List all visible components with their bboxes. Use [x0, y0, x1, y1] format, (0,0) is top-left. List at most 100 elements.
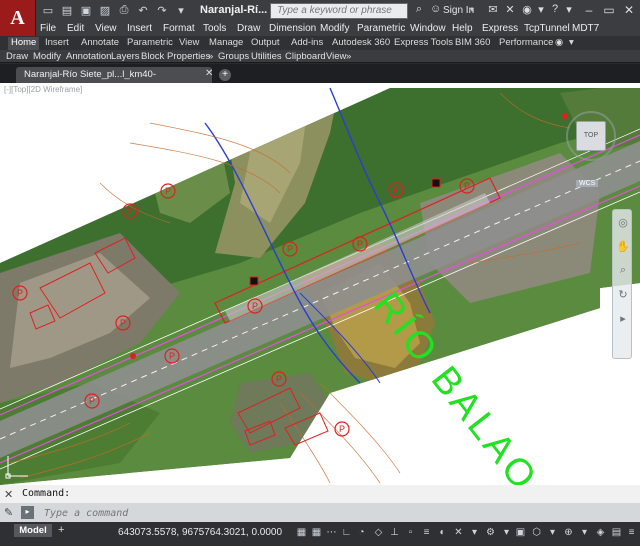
menu-format[interactable]: Format	[163, 23, 195, 34]
document-tab[interactable]: Naranjal-Río Siete_pl...l_km40-km52_LAMI…	[16, 67, 212, 96]
search-input[interactable]: Type a keyword or phrase	[270, 3, 408, 19]
tab-express-tools[interactable]: Express Tools	[391, 37, 456, 50]
tab-autodesk-360[interactable]: Autodesk 360	[329, 37, 393, 50]
menu-window[interactable]: Window	[410, 23, 446, 34]
connect-icon[interactable]: ✕	[503, 3, 517, 19]
pan-icon[interactable]: ✋	[616, 240, 630, 254]
command-input[interactable]	[44, 506, 634, 520]
maximize-icon[interactable]: ▭	[600, 0, 618, 20]
panel-block[interactable]: Block	[141, 51, 164, 62]
chevron-down-icon[interactable]: ▾	[546, 525, 559, 541]
menu-mdt7[interactable]: MDT7	[572, 23, 599, 34]
menu-view[interactable]: View	[95, 23, 117, 34]
user-icon[interactable]: ☺	[430, 3, 442, 17]
save-as-icon[interactable]: ▨	[97, 2, 113, 18]
snap-icon[interactable]: ⋯	[325, 525, 338, 541]
help-icon[interactable]: ?	[548, 3, 562, 19]
panel-more-icon[interactable]: »	[346, 51, 351, 62]
customization-menu-icon[interactable]: ≡	[625, 525, 638, 541]
save-icon[interactable]: ▣	[78, 2, 94, 18]
model-space-icon[interactable]: ▦	[295, 525, 308, 541]
chevron-down-icon[interactable]: ▾	[470, 5, 474, 14]
chevron-down-icon[interactable]: ▾	[500, 525, 513, 541]
clean-screen-icon[interactable]: ⊕	[562, 525, 575, 541]
quick-properties-icon[interactable]: ▤	[610, 525, 623, 541]
ribbon-minimize-icon[interactable]: ◉	[552, 37, 566, 50]
new-tab-plus-icon[interactable]: +	[219, 69, 231, 81]
close-icon[interactable]: ✕	[205, 68, 213, 79]
zoom-extents-icon[interactable]: ⌕	[616, 264, 630, 278]
transparency-icon[interactable]: ◐	[436, 525, 449, 541]
menu-draw[interactable]: Draw	[237, 23, 260, 34]
showmotion-icon[interactable]: ▸	[616, 312, 630, 326]
minimize-icon[interactable]: –	[580, 0, 598, 20]
close-icon[interactable]: ✕	[4, 488, 16, 501]
open-folder-icon[interactable]: ▤	[59, 2, 75, 18]
chevron-down-icon[interactable]: ▾	[578, 525, 591, 541]
panel-annotation[interactable]: Annotation	[66, 51, 111, 62]
search-icon[interactable]: ⌕	[412, 3, 426, 19]
chevron-down-icon[interactable]: ▾	[566, 37, 577, 50]
panel-more-icon[interactable]: »	[208, 51, 213, 62]
tab-parametric[interactable]: Parametric	[124, 37, 176, 50]
chevron-down-icon[interactable]: ▾	[468, 525, 481, 541]
menu-file[interactable]: File	[40, 23, 56, 34]
application-menu-button[interactable]: A	[0, 0, 36, 36]
steering-wheel-icon[interactable]: ◎	[616, 216, 630, 230]
wcs-menu[interactable]: WCS	[576, 180, 599, 187]
grid-icon[interactable]: ▦	[310, 525, 323, 541]
menu-dimension[interactable]: Dimension	[269, 23, 316, 34]
panel-clipboard[interactable]: Clipboard	[285, 51, 326, 62]
object-snap-icon[interactable]: ▫	[404, 525, 417, 541]
chevron-down-icon[interactable]: ▾	[562, 3, 576, 19]
units-icon[interactable]: ◈	[594, 525, 607, 541]
tab-performance[interactable]: Performance	[496, 37, 556, 50]
menu-insert[interactable]: Insert	[127, 23, 152, 34]
viewcube[interactable]: TOP	[576, 121, 606, 151]
polar-tracking-icon[interactable]: ◔	[355, 525, 368, 541]
menu-help[interactable]: Help	[452, 23, 473, 34]
tab-view[interactable]: View	[176, 37, 202, 50]
isometric-icon[interactable]: ◇	[372, 525, 385, 541]
tab-manage[interactable]: Manage	[206, 37, 246, 50]
panel-utilities[interactable]: Utilities	[251, 51, 282, 62]
panel-draw[interactable]: Draw	[6, 51, 28, 62]
customize-wrench-icon[interactable]: ✎	[4, 506, 13, 519]
menu-edit[interactable]: Edit	[67, 23, 84, 34]
panel-layers[interactable]: Layers	[111, 51, 140, 62]
workspace-switching-icon[interactable]: ⚙	[484, 525, 497, 541]
isolate-objects-icon[interactable]: ▣	[514, 525, 527, 541]
panel-groups[interactable]: Groups	[218, 51, 249, 62]
exchange-icon[interactable]: ✉	[486, 3, 500, 19]
annotation-scale-icon[interactable]: ✕	[452, 525, 465, 541]
menu-tcptunnel[interactable]: TcpTunnel	[524, 23, 570, 34]
tab-insert[interactable]: Insert	[42, 37, 72, 50]
hardware-acceleration-icon[interactable]: ⬡	[530, 525, 543, 541]
menu-tools[interactable]: Tools	[203, 23, 226, 34]
orbit-icon[interactable]: ↻	[616, 288, 630, 302]
recent-commands-icon[interactable]: ▸	[21, 506, 34, 519]
tab-annotate[interactable]: Annotate	[78, 37, 122, 50]
stay-connected-icon[interactable]: ◉	[520, 3, 534, 19]
new-file-icon[interactable]: ▭	[40, 2, 56, 18]
panel-properties[interactable]: Properties	[167, 51, 210, 62]
undo-icon[interactable]: ↶	[135, 2, 151, 18]
object-snap-tracking-icon[interactable]: ⊥	[388, 525, 401, 541]
panel-modify[interactable]: Modify	[33, 51, 61, 62]
menu-parametric[interactable]: Parametric	[357, 23, 405, 34]
lineweight-icon[interactable]: ≡	[420, 525, 433, 541]
model-tab[interactable]: Model	[14, 524, 52, 537]
tab-add-ins[interactable]: Add-ins	[288, 37, 326, 50]
close-icon[interactable]: ✕	[620, 0, 638, 20]
menu-express[interactable]: Express	[482, 23, 518, 34]
print-icon[interactable]: ⎙	[116, 2, 132, 18]
drawing-viewport[interactable]: P P P P P P P P P P P P P RÍO BALAO [-][…	[0, 83, 640, 485]
panel-view[interactable]: View	[326, 51, 346, 62]
tab-output[interactable]: Output	[248, 37, 283, 50]
menu-modify[interactable]: Modify	[320, 23, 349, 34]
coordinate-readout[interactable]: 643073.5578, 9675764.3021, 0.0000	[118, 527, 282, 538]
redo-icon[interactable]: ↷	[154, 2, 170, 18]
viewport-controls-label[interactable]: [-][Top][2D Wireframe]	[4, 85, 82, 94]
add-layout-plus-icon[interactable]: +	[58, 524, 64, 536]
ortho-icon[interactable]: ∟	[340, 525, 353, 541]
